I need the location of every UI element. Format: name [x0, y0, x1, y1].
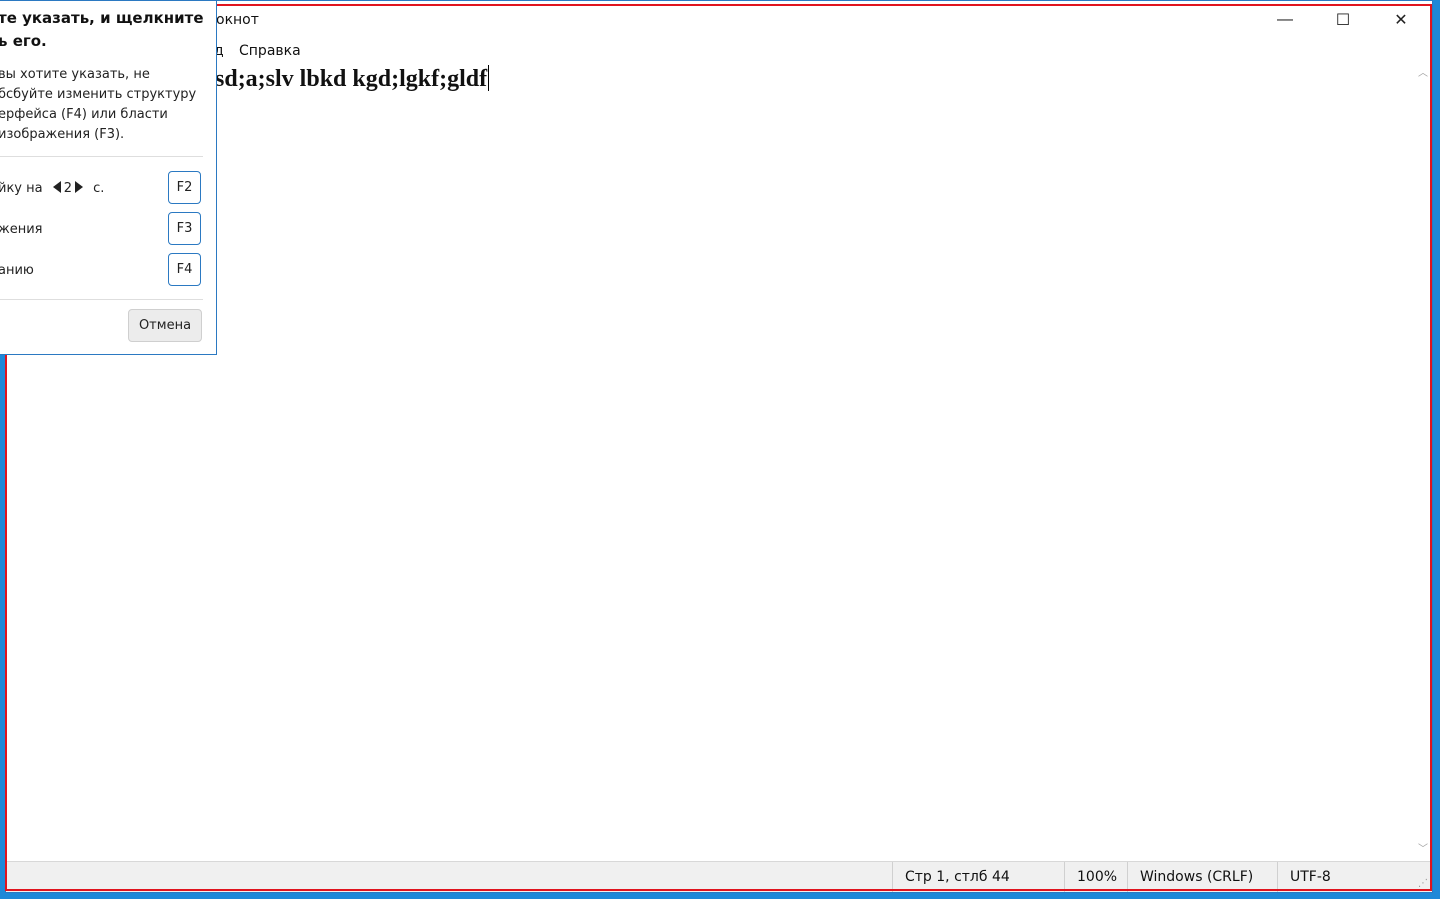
text-editor[interactable]: sd;a;slv lbkd kgd;lgkf;gldf [7, 63, 1415, 861]
increase-delay-icon[interactable] [75, 181, 84, 193]
cursor-position: Стр 1, стлб 44 [892, 862, 1066, 892]
decrease-delay-icon[interactable] [52, 181, 61, 193]
divider [0, 299, 203, 300]
f4-key-button[interactable]: F4 [168, 253, 201, 286]
line-ending: Windows (CRLF) [1127, 862, 1279, 892]
editor-content: sd;a;slv lbkd kgd;lgkf;gldf [215, 65, 490, 93]
delay-value: 2 [63, 181, 73, 196]
panel-description: вы хотите указать, не бсбуйте изменить с… [0, 67, 197, 142]
zoom-level: 100% [1064, 862, 1130, 892]
delay-label-after: с. [93, 181, 105, 196]
structure-option-label: анию [0, 263, 34, 278]
region-option-label: жения [0, 222, 43, 237]
maximize-icon: ☐ [1335, 12, 1351, 29]
vertical-scrollbar[interactable]: ︿ ﹀ [1415, 63, 1432, 861]
snip-mode-panel: те указать, и щелкните ь его. вы хотите … [0, 0, 217, 355]
f2-key-button[interactable]: F2 [168, 171, 201, 204]
resize-grip-icon[interactable]: ⋰ [1418, 878, 1428, 889]
menu-item-help[interactable]: Справка [239, 43, 301, 59]
delay-label-before: йку на [0, 181, 43, 196]
f3-key-button[interactable]: F3 [168, 212, 201, 245]
scroll-up-icon[interactable]: ︿ [1418, 69, 1428, 79]
scroll-down-icon[interactable]: ﹀ [1418, 845, 1428, 855]
window-title: окнот [216, 12, 259, 28]
title-bar[interactable]: окнот — ☐ ✕ [6, 1, 1432, 39]
menu-bar: д Справка [6, 41, 1432, 63]
notepad-window: окнот — ☐ ✕ д Справка sd;a;slv lbkd kgd;… [5, 0, 1433, 893]
text-caret [488, 65, 490, 91]
status-bar: Стр 1, стлб 44 100% Windows (CRLF) UTF-8… [6, 861, 1432, 892]
minimize-icon: — [1277, 11, 1293, 28]
delay-option-label: йку на 2 с. [0, 181, 104, 196]
close-icon: ✕ [1394, 12, 1408, 29]
maximize-button[interactable]: ☐ [1314, 1, 1372, 39]
cancel-button[interactable]: Отмена [128, 309, 202, 342]
encoding: UTF-8 [1277, 862, 1407, 892]
close-button[interactable]: ✕ [1372, 1, 1430, 39]
minimize-button[interactable]: — [1256, 1, 1314, 39]
divider [0, 156, 203, 157]
editor-text: sd;a;slv lbkd kgd;lgkf;gldf [215, 66, 488, 92]
panel-title: те указать, и щелкните ь его. [0, 9, 204, 50]
